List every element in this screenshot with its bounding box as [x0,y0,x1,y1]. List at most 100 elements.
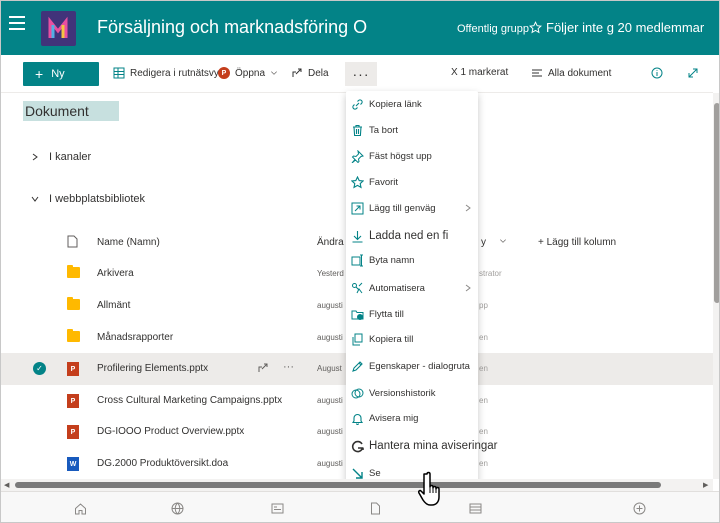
menu-item-move[interactable]: Flytta till [346,302,478,328]
powerpoint-icon: P [67,425,79,439]
chevron-down-icon [271,71,277,75]
expand-icon [688,68,698,78]
copy-icon [352,333,363,346]
files-icon[interactable] [369,502,382,515]
menu-item-download[interactable]: Ladda ned en fi [346,224,478,250]
move-icon [351,310,364,320]
section-site-libraries[interactable]: I webbplatsbibliotek [31,193,145,205]
grid-edit-button[interactable]: Redigera i rutnätsvy [113,67,219,79]
file-name[interactable]: DG.2000 Produktöversikt.doa [97,458,228,469]
history-icon [351,388,364,399]
file-modified: augusti [317,396,343,405]
plus-icon: + [538,237,547,248]
menu-item-copy[interactable]: Kopiera till [346,327,478,353]
horizontal-scroll-thumb[interactable] [15,482,661,488]
site-logo[interactable] [41,11,76,46]
expand-button[interactable] [687,67,699,79]
file-name[interactable]: Arkivera [97,268,134,279]
scroll-right-icon[interactable]: ▶ [703,481,708,489]
section-channels-label: I kanaler [49,151,92,163]
menu-item-history[interactable]: Versionshistorik [346,381,478,407]
horizontal-scrollbar[interactable]: ◀ ▶ [1,479,713,491]
menu-item-rename[interactable]: Byta namn [346,248,478,274]
section-channels[interactable]: I kanaler [31,151,91,163]
trash-icon [353,124,362,137]
menu-item-trash[interactable]: Ta bort [346,118,478,144]
file-name[interactable]: Cross Cultural Marketing Campaigns.pptx [97,395,282,406]
file-name[interactable]: Profilering Elements.pptx [97,363,208,374]
follow-button[interactable]: Följer inte g 20 medlemmar [529,20,704,35]
file-name[interactable]: DG-IOOO Product Overview.pptx [97,426,244,437]
menu-item-label: Egenskaper - dialogruta [369,361,470,372]
open-label: Öppna [235,67,266,79]
menu-item-label: Lägg till genväg [369,203,436,214]
menu-item-star[interactable]: Favorit [346,170,478,196]
edit-icon [352,361,363,372]
file-type-icon[interactable] [67,235,78,248]
app-frame: Försäljning och marknadsföring O Offentl… [0,0,720,523]
new-button[interactable]: + Ny [23,62,99,86]
menu-item-label: Fäst högst upp [369,151,432,162]
section-sites-label: I webbplatsbibliotek [49,193,146,205]
menu-item-bell[interactable]: Avisera mig [346,406,478,432]
plus-icon: + [35,66,44,82]
selection-count[interactable]: X 1 markerat [451,67,508,78]
share-icon [292,68,302,77]
share-icon[interactable] [257,362,269,374]
column-name[interactable]: Name (Namn) [97,237,160,248]
file-modified: augusti [317,427,343,436]
menu-item-automate[interactable]: Automatisera [346,276,478,302]
file-name[interactable]: Månadsrapporter [97,332,173,343]
menu-item-label: Automatisera [369,283,425,294]
menu-item-alert-manage[interactable]: Hantera mina aviseringar [346,434,497,460]
menu-item-label: Flytta till [369,309,404,320]
file-icon [67,265,80,278]
menu-item-shortcut[interactable]: Lägg till genväg [346,196,478,222]
menu-item-pin[interactable]: Fäst högst upp [346,144,478,170]
vertical-scroll-thumb[interactable] [714,103,719,303]
add-column-button[interactable]: + Lägg till kolumn [538,237,616,248]
automate-icon [352,282,363,294]
star-icon [529,21,542,34]
menu-item-label: Ta bort [369,125,399,136]
file-modified-by: en [479,459,488,468]
file-modified-by: en [479,396,488,405]
row-more-icon[interactable]: ··· [283,361,294,373]
home-icon[interactable] [74,502,87,515]
column-modified-by[interactable]: y [481,237,507,248]
scroll-left-icon[interactable]: ◀ [4,481,9,489]
view-switcher[interactable]: Alla dokument [531,67,611,79]
menu-item-label: Ladda ned en fi [369,230,449,242]
globe-icon[interactable] [171,502,184,515]
rename-icon [351,254,363,267]
file-modified-by: pp [479,301,488,310]
file-icon: P [67,425,79,439]
menu-item-link[interactable]: Kopiera länk [346,92,478,118]
site-title[interactable]: Försäljning och marknadsföring O [97,17,367,38]
open-button[interactable]: P Öppna [218,67,278,79]
file-icon: W [67,457,79,471]
list-icon [532,69,542,77]
menu-item-label: Avisera mig [369,413,419,424]
powerpoint-icon: P [67,394,79,408]
library-title[interactable]: Dokument [23,101,119,121]
news-icon[interactable] [271,502,284,515]
column-modified[interactable]: Ändra [317,237,344,248]
more-actions-button[interactable]: ··· [345,62,377,86]
menu-item-label: Byta namn [369,255,415,266]
info-button[interactable] [651,67,663,79]
file-name[interactable]: Allmänt [97,300,130,311]
share-button[interactable]: Dela [291,67,329,79]
download-icon [352,231,363,243]
menu-item-edit[interactable]: Egenskaper - dialogruta [346,354,478,380]
vertical-scrollbar[interactable] [713,93,719,479]
file-modified: augusti [317,333,343,342]
add-icon[interactable] [633,502,646,515]
lists-icon[interactable] [469,502,482,515]
menu-item-label: Kopiera till [369,334,414,345]
file-modified: Yesterd [317,269,344,278]
checkmark-icon[interactable]: ✓ [33,362,46,375]
menu-icon[interactable] [9,16,25,30]
menu-item-label: Favorit [369,177,399,188]
bottom-navigation [1,491,719,522]
